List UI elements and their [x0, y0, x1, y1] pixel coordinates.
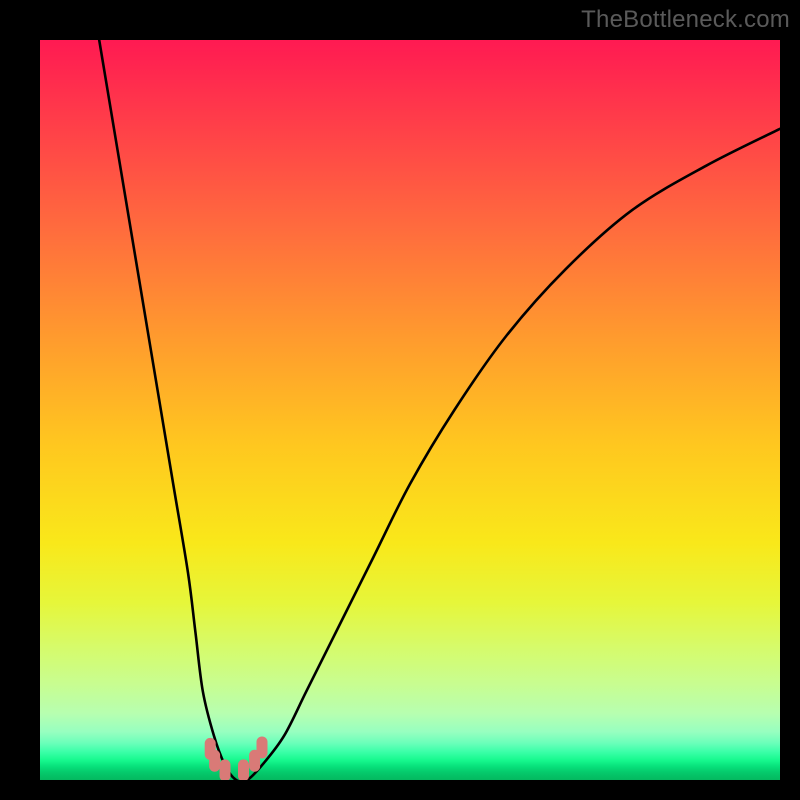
chart-canvas: TheBottleneck.com [0, 0, 800, 800]
valley-marker [220, 759, 231, 780]
valley-marker [238, 759, 249, 780]
curve-overlay [40, 40, 780, 780]
attribution-label: TheBottleneck.com [581, 6, 790, 34]
plot-area [40, 40, 780, 780]
valley-marker [209, 750, 220, 772]
valley-marker [257, 736, 268, 758]
bottleneck-curve [99, 40, 780, 780]
valley-markers [205, 736, 268, 780]
